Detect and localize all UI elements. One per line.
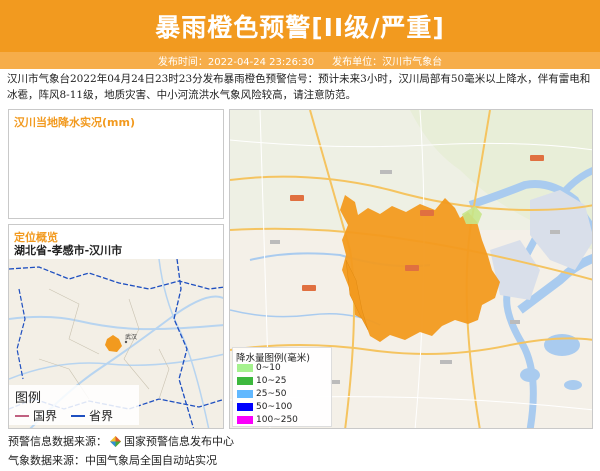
boundary-legend-title: 图例 (15, 391, 42, 406)
warning-meta-bar: 发布时间：2022-04-24 23:26:30 发布单位：汉川市气象台 (0, 52, 600, 69)
precipitation-legend-title: 降水量图例(毫米) (236, 353, 310, 364)
location-path: 湖北省-孝感市-汉川市 (14, 244, 123, 257)
legend-item-25-50: 25~50 (237, 389, 286, 399)
warning-source-name[interactable]: 国家预警信息发布中心 (124, 433, 234, 449)
legend-item-50-100: 50~100 (237, 402, 292, 412)
warning-source-line: 预警信息数据来源： 国家预警信息发布中心 (8, 433, 234, 449)
legend-item-100-250: 100~250 (237, 415, 298, 425)
release-center-logo-icon (110, 435, 121, 447)
legend-item-0-10: 0~10 (237, 363, 281, 373)
warning-description: 汉川市气象台2022年04月24日23时23分发布暴雨橙色预警信号：预计未来3小… (7, 73, 591, 101)
publish-time: 发布时间：2022-04-24 23:26:30 (157, 57, 315, 68)
warning-title-bar: 暴雨橙色预警[II级/严重] (0, 0, 600, 52)
weather-source-line: 气象数据来源：中国气象局全国自动站实况 (8, 452, 217, 468)
city-label-wuhan: 武汉 (125, 333, 137, 341)
legend-item-provincial-border: 省界 (71, 407, 113, 424)
warning-title: 暴雨橙色预警[II级/严重] (155, 13, 445, 42)
boundary-legend: 图例 国界 省界 (9, 385, 139, 425)
legend-item-10-25: 10~25 (237, 376, 286, 386)
rainfall-panel-title: 汉川当地降水实况(mm) (14, 116, 135, 129)
legend-item-national-border: 国界 (15, 407, 57, 424)
warning-source-label: 预警信息数据来源： (8, 435, 107, 448)
weather-source: 气象数据来源：中国气象局全国自动站实况 (8, 454, 217, 467)
publisher: 发布单位：汉川市气象台 (332, 57, 443, 68)
precipitation-legend: 降水量图例(毫米) 0~10 10~25 25~50 50~100 100~25… (232, 347, 332, 427)
rainfall-panel: 汉川当地降水实况(mm) (8, 109, 224, 219)
